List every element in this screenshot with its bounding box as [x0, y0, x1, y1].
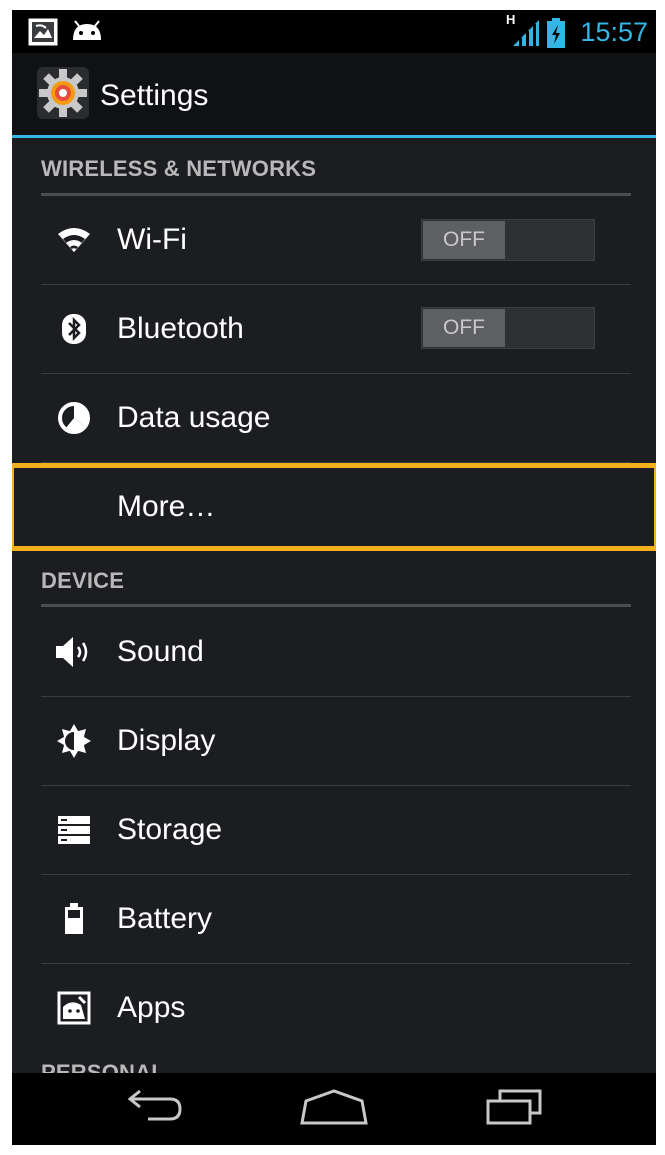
settings-item-label: Storage — [117, 813, 223, 846]
settings-item-label: More… — [117, 490, 216, 523]
battery-icon — [52, 875, 96, 963]
toggle-state-label: OFF — [423, 309, 505, 347]
settings-item-label: Data usage — [117, 401, 271, 434]
apps-icon — [52, 964, 96, 1052]
page-title: Settings — [100, 79, 209, 112]
home-button[interactable] — [274, 1073, 394, 1145]
settings-item-label: Apps — [117, 991, 186, 1024]
data-usage-icon — [52, 374, 96, 462]
settings-item-label: Display — [117, 724, 216, 757]
settings-item-label: Battery — [117, 902, 213, 935]
section-header-personal: PERSONAL — [41, 1060, 165, 1073]
settings-list[interactable]: WIRELESS & NETWORKS Wi-Fi OFF Bluetooth … — [12, 138, 656, 1073]
bluetooth-toggle[interactable]: OFF — [421, 307, 595, 349]
status-bar: H 15:57 — [12, 10, 656, 53]
settings-item-label: Wi-Fi — [117, 223, 187, 256]
settings-item-display[interactable]: Display — [12, 697, 656, 785]
settings-item-sound[interactable]: Sound — [12, 608, 656, 696]
settings-item-label: Bluetooth — [117, 312, 244, 345]
wifi-icon — [52, 196, 96, 284]
settings-item-bluetooth[interactable]: Bluetooth OFF — [12, 285, 656, 373]
section-header-wireless: WIRELESS & NETWORKS — [41, 156, 317, 181]
settings-item-storage[interactable]: Storage — [12, 786, 656, 874]
battery-charging-icon — [546, 18, 566, 53]
bluetooth-icon — [52, 285, 96, 373]
settings-item-more[interactable]: More… — [12, 463, 656, 551]
home-icon — [300, 1088, 368, 1130]
settings-item-wifi[interactable]: Wi-Fi OFF — [12, 196, 656, 284]
section-divider — [41, 604, 631, 607]
android-notification-icon — [70, 20, 104, 49]
settings-item-label: Sound — [117, 635, 204, 668]
settings-item-data-usage[interactable]: Data usage — [12, 374, 656, 462]
settings-item-battery[interactable]: Battery — [12, 875, 656, 963]
phone-screen: H 15:57 Settings WIRELESS & NETWORKS Wi-… — [12, 10, 656, 1145]
back-button[interactable] — [94, 1073, 214, 1145]
status-clock: 15:57 — [580, 17, 648, 47]
wifi-toggle[interactable]: OFF — [421, 219, 595, 261]
settings-gear-icon[interactable] — [36, 66, 90, 125]
settings-item-apps[interactable]: Apps — [12, 964, 656, 1052]
section-header-device: DEVICE — [41, 568, 125, 593]
gallery-notification-icon — [28, 18, 58, 51]
toggle-state-label: OFF — [423, 221, 505, 259]
sound-icon — [52, 608, 96, 696]
storage-icon — [52, 786, 96, 874]
display-icon — [52, 697, 96, 785]
recent-apps-button[interactable] — [454, 1073, 574, 1145]
back-icon — [122, 1089, 186, 1130]
navigation-bar — [12, 1073, 656, 1145]
network-type-label: H — [506, 12, 516, 27]
recent-apps-icon — [482, 1089, 546, 1130]
